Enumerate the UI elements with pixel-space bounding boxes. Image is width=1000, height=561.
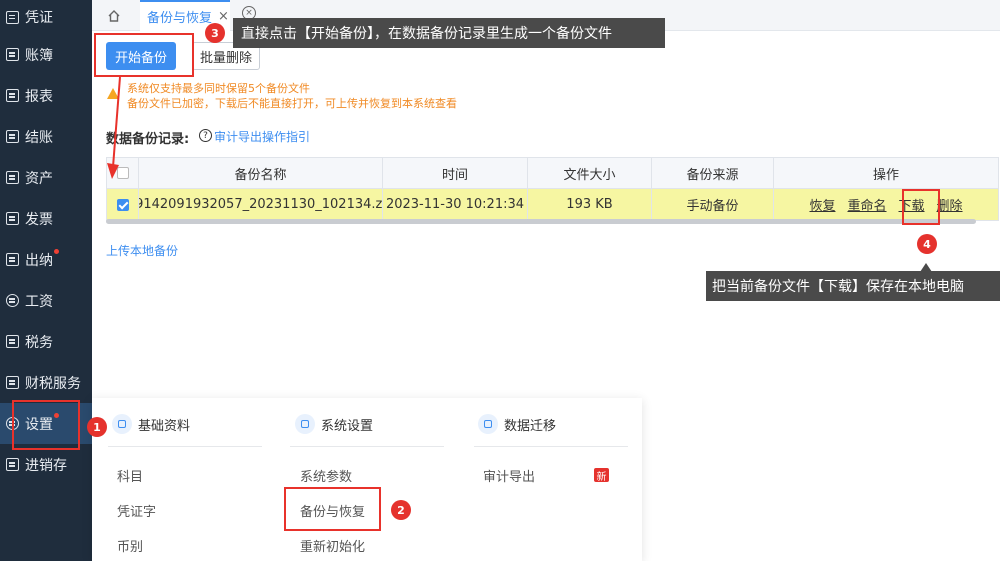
rename-link[interactable]: 重命名 xyxy=(847,195,886,214)
close-icon[interactable]: × xyxy=(218,9,229,24)
home-tab[interactable] xyxy=(104,6,124,26)
new-badge: 新 xyxy=(594,468,609,483)
menu-item-audit-export[interactable]: 审计导出 xyxy=(483,466,535,485)
annotation-box-settings xyxy=(12,400,80,450)
menu-group-title: 系统设置 xyxy=(321,418,374,434)
horizontal-scrollbar[interactable] xyxy=(106,219,976,224)
sidebar: 凭证 账簿 报表 结账 资产 发票 出纳 工资 税务 财税服务 设置 进销存 xyxy=(0,0,92,561)
column-header: 时间 xyxy=(383,158,528,188)
column-header: 操作 xyxy=(872,167,899,183)
sidebar-item-invoice[interactable]: 发票 xyxy=(0,198,92,239)
sidebar-item-label: 出纳 xyxy=(25,252,53,269)
annotation-box-download xyxy=(902,189,940,225)
menu-group-title: 数据迁移 xyxy=(504,418,557,434)
notification-dot xyxy=(54,249,59,254)
step-badge-3: 3 xyxy=(205,23,225,43)
sidebar-item-label: 进销存 xyxy=(25,457,67,474)
sidebar-item-label: 账簿 xyxy=(25,47,53,64)
sidebar-item-label: 凭证 xyxy=(25,10,53,26)
migration-icon xyxy=(478,414,498,434)
inventory-icon xyxy=(6,458,19,471)
sidebar-item-label: 报表 xyxy=(25,88,53,105)
voucher-icon xyxy=(6,10,19,24)
menu-item-account[interactable]: 科目 xyxy=(117,466,143,485)
step-badge-1: 1 xyxy=(87,417,107,437)
upload-local-backup-link[interactable]: 上传本地备份 xyxy=(106,242,178,259)
annotation-box-start-backup xyxy=(94,33,194,77)
sidebar-item-label: 财税服务 xyxy=(25,375,81,392)
sidebar-item-closing[interactable]: 结账 xyxy=(0,116,92,157)
delete-link[interactable]: 删除 xyxy=(937,195,963,214)
sidebar-item-label: 税务 xyxy=(25,334,53,351)
restore-link[interactable]: 恢复 xyxy=(809,195,835,214)
invoice-icon xyxy=(6,212,19,225)
sidebar-item-label: 结账 xyxy=(25,129,53,146)
home-icon xyxy=(108,10,120,22)
annotation-box-backup-restore xyxy=(284,487,381,531)
sidebar-item-ledger[interactable]: 账簿 xyxy=(0,34,92,75)
table-header: 备份名称 时间 文件大小 备份来源 操作 xyxy=(107,158,998,189)
column-header: 文件大小 xyxy=(528,158,652,188)
menu-group-title: 基础资料 xyxy=(138,418,191,434)
column-header: 备份来源 xyxy=(652,158,774,188)
menu-divider xyxy=(290,446,444,447)
report-icon xyxy=(6,89,19,102)
menu-item-currency[interactable]: 币别 xyxy=(117,536,143,555)
annotation-arrow xyxy=(107,76,121,179)
sidebar-item-voucher[interactable]: 凭证 xyxy=(0,0,92,34)
notice-line-1: 系统仅支持最多同时保留5个备份文件 xyxy=(127,82,310,95)
step-badge-2: 2 xyxy=(391,500,411,520)
notice-line-2: 备份文件已加密，下载后不能直接打开，可上传并恢复到本系统查看 xyxy=(127,97,457,110)
backup-time: 2023-11-30 10:21:34 xyxy=(383,189,528,220)
menu-group-basic: 基础资料 xyxy=(112,414,190,434)
tab-label: 备份与恢复 xyxy=(147,11,213,26)
menu-divider xyxy=(474,446,628,447)
row-checkbox[interactable] xyxy=(116,198,129,211)
backup-size: 193 KB xyxy=(528,189,652,220)
layers-icon xyxy=(295,414,315,434)
sidebar-item-cashier[interactable]: 出纳 xyxy=(0,239,92,280)
backup-table: 备份名称 时间 文件大小 备份来源 操作 79142091932057_2023… xyxy=(106,157,999,221)
sidebar-item-assets[interactable]: 资产 xyxy=(0,157,92,198)
menu-group-migration: 数据迁移 xyxy=(478,414,556,434)
tooltip-step-4: 把当前备份文件【下载】保存在本地电脑 xyxy=(706,271,1000,301)
sidebar-item-label: 工资 xyxy=(25,293,53,310)
column-header: 备份名称 xyxy=(139,158,383,188)
menu-item-voucher-word[interactable]: 凭证字 xyxy=(117,501,156,520)
menu-item-system-params[interactable]: 系统参数 xyxy=(300,466,352,485)
cashier-icon xyxy=(6,253,19,266)
menu-divider xyxy=(108,446,262,447)
sidebar-item-label: 发票 xyxy=(25,211,53,228)
ledger-icon xyxy=(6,48,19,61)
tax-icon xyxy=(6,335,19,348)
sidebar-item-inventory[interactable]: 进销存 xyxy=(0,444,92,485)
sidebar-item-tax[interactable]: 税务 xyxy=(0,321,92,362)
sidebar-item-label: 资产 xyxy=(25,170,53,187)
help-icon: ? xyxy=(199,129,212,142)
backup-source: 手动备份 xyxy=(652,189,774,220)
sidebar-item-tax-service[interactable]: 财税服务 xyxy=(0,362,92,403)
tax-service-icon xyxy=(6,376,19,389)
help-link[interactable]: 审计导出操作指引 xyxy=(214,128,310,145)
menu-group-system: 系统设置 xyxy=(295,414,373,434)
sidebar-item-report[interactable]: 报表 xyxy=(0,75,92,116)
step-badge-4: 4 xyxy=(917,234,937,254)
table-row[interactable]: 79142091932057_20231130_102134.zip 2023-… xyxy=(107,189,998,220)
row-actions: 恢复 重命名 下载 删除 xyxy=(774,189,998,220)
backup-name: 79142091932057_20231130_102134.zip xyxy=(139,189,383,220)
basic-data-icon xyxy=(112,414,132,434)
sidebar-item-payroll[interactable]: 工资 xyxy=(0,280,92,321)
assets-icon xyxy=(6,171,19,184)
tooltip-step-3: 直接点击【开始备份】，在数据备份记录里生成一个备份文件 xyxy=(233,18,665,48)
payroll-icon xyxy=(6,294,19,307)
closing-icon xyxy=(6,130,19,143)
row-checkbox-cell xyxy=(107,189,139,220)
menu-item-reinitialize[interactable]: 重新初始化 xyxy=(300,536,365,555)
